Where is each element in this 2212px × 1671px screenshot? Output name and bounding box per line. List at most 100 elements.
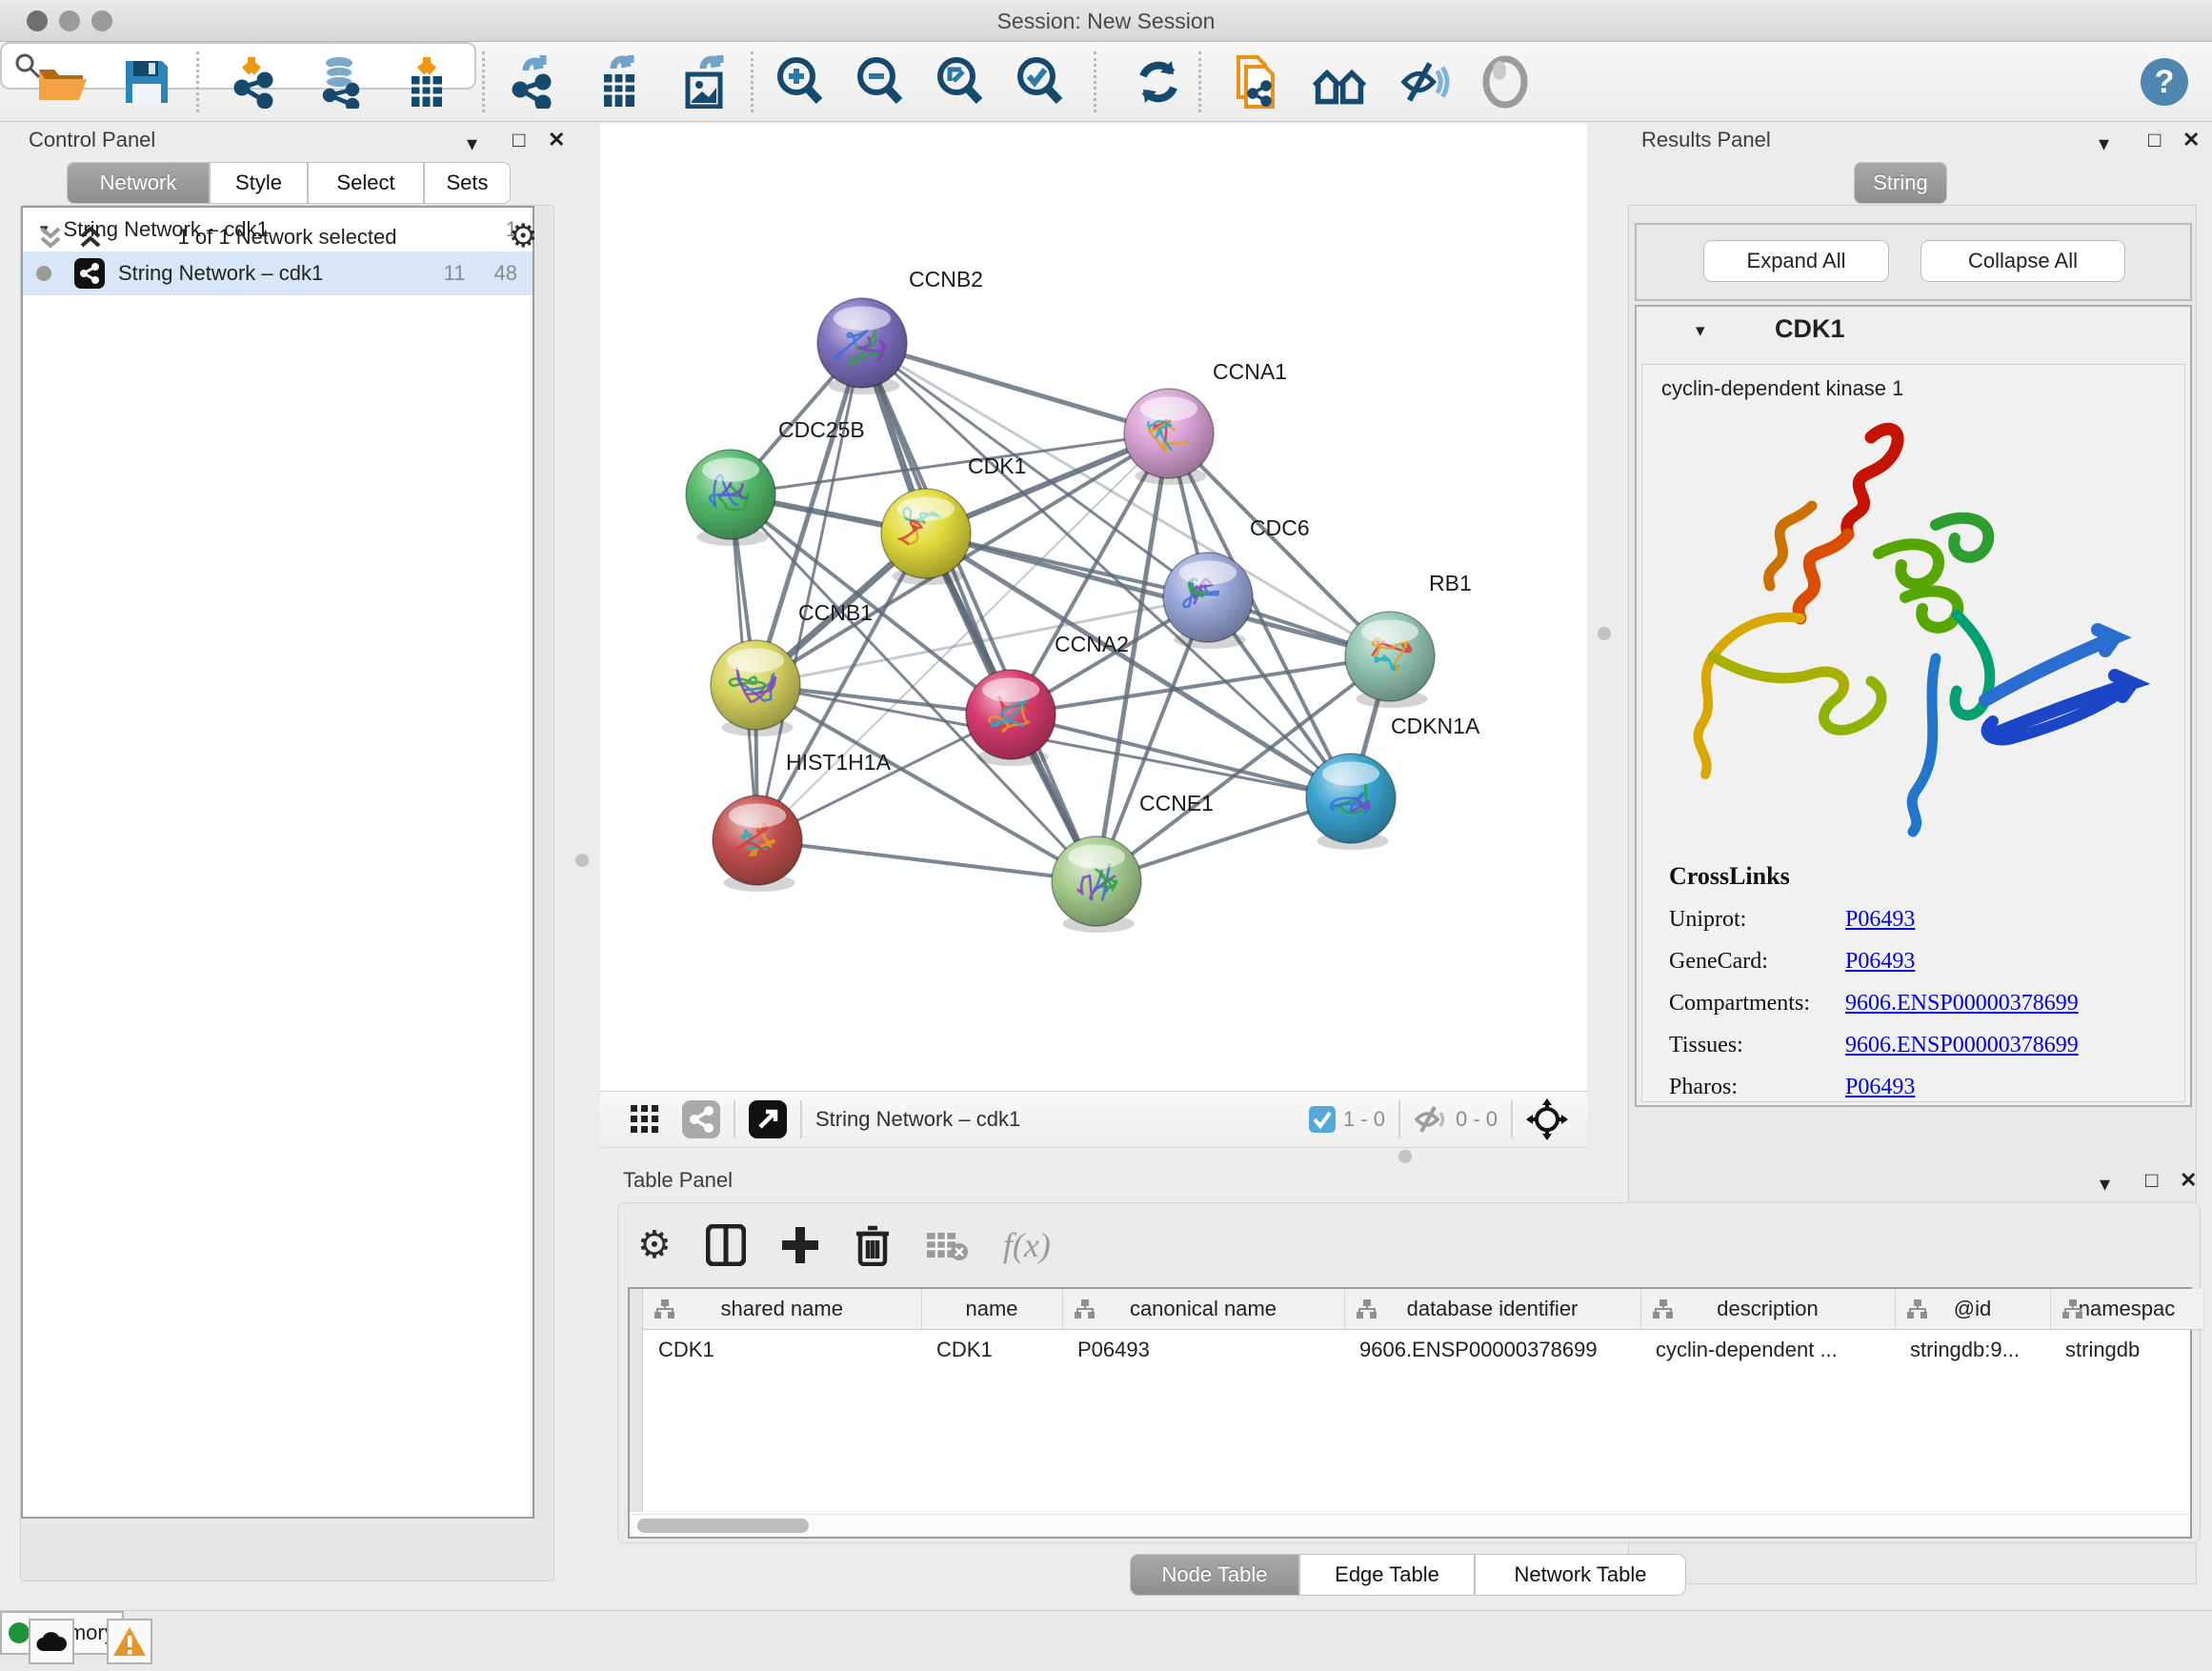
hidden-eye-slash-icon[interactable] (1414, 1105, 1448, 1134)
column-header-name[interactable]: name (921, 1289, 1062, 1329)
network-options-gear-icon[interactable]: ⚙ (509, 217, 537, 255)
table-cell[interactable]: 9606.ENSP00000378699 (1344, 1329, 1640, 1371)
network-node-CCNE1[interactable]: CCNE1 (1052, 791, 1214, 933)
left-splitter-handle[interactable] (575, 854, 589, 867)
results-panel-close-icon[interactable]: ✕ (2182, 128, 2200, 152)
column-header-label: shared name (721, 1297, 843, 1320)
tab-string[interactable]: String (1854, 162, 1947, 204)
results-panel-float-icon[interactable]: □ (2148, 128, 2161, 152)
control-tab-sets[interactable]: Sets (424, 162, 511, 204)
export-table-button[interactable] (593, 55, 646, 109)
string-network-graph[interactable]: CCNB2CCNA1CDC25BCDK1CDC6RB1CCNB1CCNA2CDK… (600, 124, 1587, 1091)
network-node-HIST1H1A[interactable]: HIST1H1A (713, 750, 892, 892)
column-header-description[interactable]: description (1640, 1289, 1895, 1329)
network-node-CCNB2[interactable]: CCNB2 (817, 267, 983, 394)
toolbar-separator (482, 51, 485, 112)
network-row[interactable]: String Network – cdk1 11 48 (23, 252, 533, 295)
node-label: CDC6 (1250, 515, 1310, 540)
copy-network-style-button[interactable] (1231, 55, 1284, 109)
column-header-namespac[interactable]: namespac (2050, 1289, 2203, 1329)
birds-eye-crosshair-icon[interactable] (1526, 1098, 1568, 1140)
network-view-canvas[interactable]: CCNB2CCNA1CDC25BCDK1CDC6RB1CCNB1CCNA2CDK… (600, 124, 1587, 1091)
table-options-gear-icon[interactable]: ⚙ (637, 1223, 672, 1267)
table-cell[interactable]: stringdb (2050, 1329, 2203, 1371)
home-networks-button[interactable] (1313, 55, 1366, 109)
control-tab-select[interactable]: Select (308, 162, 424, 204)
table-horizontal-scrollbar[interactable] (628, 1514, 2192, 1539)
right-splitter-handle[interactable] (1598, 627, 1611, 640)
crosslink-link[interactable]: 9606.ENSP00000378699 (1845, 991, 2079, 1017)
table-cell[interactable]: CDK1 (643, 1329, 921, 1371)
expand-all-button[interactable]: Expand All (1703, 240, 1889, 282)
hide-selection-button[interactable] (1398, 55, 1452, 109)
help-button[interactable]: ? (2138, 55, 2191, 109)
network-node-CDC25B[interactable]: CDC25B (686, 417, 865, 546)
zoom-out-button[interactable] (854, 55, 907, 109)
control-panel-menu-icon[interactable]: ▾ (467, 131, 477, 156)
scrollbar-thumb[interactable] (637, 1519, 809, 1533)
network-edge[interactable] (862, 343, 1169, 433)
zoom-selected-button[interactable] (1014, 55, 1067, 109)
control-panel-float-icon[interactable]: □ (513, 128, 525, 152)
crosslink-link[interactable]: P06493 (1845, 907, 1915, 933)
column-header--id[interactable]: @id (1895, 1289, 2050, 1329)
node-gloss (729, 803, 786, 827)
control-panel-close-icon[interactable]: ✕ (548, 128, 565, 152)
table-cell[interactable]: stringdb:9... (1895, 1329, 2050, 1371)
network-node-CDKN1A[interactable]: CDKN1A (1306, 714, 1480, 850)
table-panel-float-icon[interactable]: □ (2145, 1168, 2158, 1193)
network-view-icon[interactable] (682, 1100, 720, 1138)
refresh-button[interactable] (1132, 55, 1185, 109)
table-tab-network-table[interactable]: Network Table (1475, 1554, 1686, 1596)
crosslink-row: Tissues:9606.ENSP00000378699 (1669, 1033, 2164, 1058)
table-cell[interactable]: cyclin-dependent ... (1640, 1329, 1895, 1371)
table-cell[interactable]: CDK1 (921, 1329, 1062, 1371)
table-panel-menu-icon[interactable]: ▾ (2100, 1172, 2110, 1197)
zoom-fit-button[interactable] (934, 55, 987, 109)
warnings-button[interactable] (107, 1619, 152, 1664)
results-panel-menu-icon[interactable]: ▾ (2099, 131, 2109, 156)
table-panel-close-icon[interactable]: ✕ (2180, 1168, 2197, 1193)
network-node-CCNA1[interactable]: CCNA1 (1124, 359, 1287, 485)
export-image-button[interactable] (678, 55, 732, 109)
network-edge[interactable] (757, 840, 1096, 881)
save-session-button[interactable] (120, 55, 173, 109)
control-tab-style[interactable]: Style (210, 162, 308, 204)
control-tab-network[interactable]: Network (67, 162, 210, 204)
column-header-shared-name[interactable]: shared name (643, 1289, 921, 1329)
collapse-all-button[interactable]: Collapse All (1920, 240, 2125, 282)
crosslink-link[interactable]: P06493 (1845, 949, 1915, 975)
crosslink-link[interactable]: P06493 (1845, 1075, 1915, 1100)
table-tab-node-table[interactable]: Node Table (1130, 1554, 1299, 1596)
detach-view-icon[interactable] (749, 1100, 787, 1138)
column-header-label: canonical name (1130, 1297, 1277, 1320)
show-columns-icon[interactable] (706, 1224, 746, 1266)
add-column-icon[interactable] (780, 1225, 820, 1265)
table-tab-edge-table[interactable]: Edge Table (1299, 1554, 1475, 1596)
export-network-button[interactable] (507, 55, 560, 109)
grid-view-icon[interactable] (631, 1105, 659, 1134)
node-gloss (1068, 844, 1125, 868)
table-row[interactable]: CDK1CDK1P064939606.ENSP00000378699cyclin… (643, 1329, 2203, 1371)
import-table-button[interactable] (400, 55, 453, 109)
network-node-RB1[interactable]: RB1 (1345, 571, 1472, 708)
delete-column-icon[interactable] (855, 1224, 891, 1266)
bottom-splitter-handle[interactable] (1398, 1150, 1412, 1163)
show-graphics-button[interactable] (1478, 55, 1532, 109)
crosslinks-section: CrossLinks Uniprot:P06493GeneCard:P06493… (1669, 862, 2164, 1100)
column-header-canonical-name[interactable]: canonical name (1062, 1289, 1344, 1329)
toolbar-separator (751, 51, 754, 112)
protein-structure-image (1650, 411, 2176, 841)
zoom-in-button[interactable] (774, 55, 827, 109)
open-session-button[interactable] (34, 55, 88, 109)
cloud-status-button[interactable] (29, 1619, 74, 1664)
import-network-from-database-button[interactable] (314, 55, 368, 109)
network-view-toolbar: String Network – cdk1 1 - 0 0 - 0 (600, 1091, 1587, 1148)
import-network-button[interactable] (229, 55, 282, 109)
network-edge[interactable] (862, 343, 1096, 881)
selected-checkbox-icon[interactable] (1309, 1106, 1336, 1133)
protein-collapse-icon[interactable]: ▾ (1696, 320, 1705, 342)
table-cell[interactable]: P06493 (1062, 1329, 1344, 1371)
column-header-database-identifier[interactable]: database identifier (1344, 1289, 1640, 1329)
crosslink-link[interactable]: 9606.ENSP00000378699 (1845, 1033, 2079, 1058)
